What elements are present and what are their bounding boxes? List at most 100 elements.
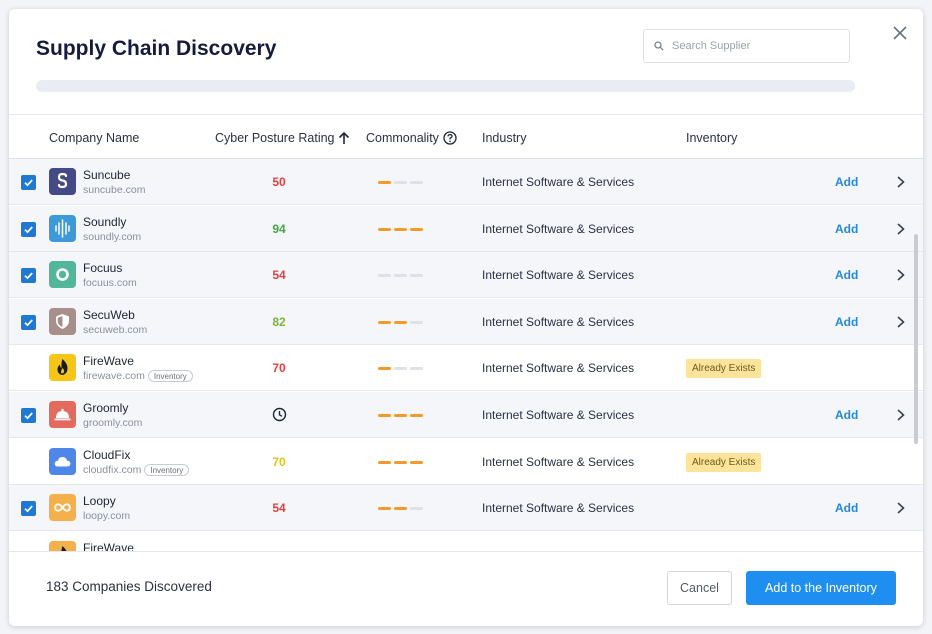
- company-name[interactable]: FireWave: [83, 541, 134, 551]
- commonality-dash: [394, 460, 407, 464]
- row-checkbox[interactable]: [21, 408, 36, 423]
- table-row[interactable]: Loopy loopy.com 54 Internet Software & Serv…: [9, 485, 923, 532]
- add-link[interactable]: Add: [835, 175, 858, 189]
- search-icon: [654, 41, 664, 51]
- company-name[interactable]: FireWave: [83, 354, 134, 368]
- commonality-dash: [410, 414, 423, 417]
- cyber-posture-rating: 94: [272, 221, 286, 236]
- company-name[interactable]: SecuWeb: [83, 308, 135, 322]
- already-exists-badge: Already Exists: [686, 452, 762, 472]
- commonality-dash: [410, 367, 423, 371]
- add-link[interactable]: Add: [835, 501, 858, 515]
- ring-icon: [56, 268, 69, 281]
- inventory-tag: Inventory: [144, 463, 190, 476]
- commonality-dash: [378, 367, 391, 371]
- cyber-posture-rating: 54: [272, 268, 286, 283]
- company-domain-text: focuus.com: [83, 277, 137, 290]
- add-link[interactable]: Add: [835, 408, 858, 422]
- cancel-button[interactable]: Cancel: [667, 571, 732, 605]
- company-domain-text: loopy.com: [83, 510, 131, 523]
- industry: Internet Software & Services: [482, 408, 635, 422]
- company-domain: groomly.com: [83, 417, 142, 429]
- chevron-right-icon[interactable]: [895, 315, 907, 329]
- company-logo: [49, 494, 76, 522]
- commonality-dash: [410, 460, 423, 464]
- supply-chain-dialog: Supply Chain Discovery Company Name Cybe…: [9, 9, 923, 626]
- commonality-dash: [394, 507, 407, 511]
- flame-icon: [57, 359, 68, 376]
- column-company-name[interactable]: Company Name: [49, 131, 139, 145]
- table-row[interactable]: FireWave firewave.com Inventory 70 Internet …: [9, 345, 923, 392]
- commonality-dash: [378, 460, 391, 464]
- table-row[interactable]: Suncube suncube.com 50 Internet Software & …: [9, 159, 923, 205]
- discovery-progress-bar: [36, 80, 855, 92]
- commonality-dash: [394, 320, 407, 324]
- column-cyber-posture-rating[interactable]: Cyber Posture Rating: [215, 131, 350, 145]
- add-link[interactable]: Add: [835, 222, 858, 236]
- table-row[interactable]: FireWave: [9, 532, 923, 551]
- commonality-dash: [378, 320, 391, 324]
- commonality-dash: [378, 414, 391, 417]
- search-input[interactable]: [672, 40, 832, 52]
- company-domain-text: secuweb.com: [83, 323, 148, 336]
- commonality-dash: [394, 181, 407, 184]
- chevron-right-icon[interactable]: [895, 408, 907, 422]
- search-box[interactable]: [643, 29, 850, 63]
- company-name[interactable]: Soundly: [83, 215, 126, 229]
- commonality-dash: [410, 320, 423, 324]
- row-checkbox[interactable]: [21, 314, 36, 330]
- company-name[interactable]: Loopy: [83, 494, 116, 508]
- add-to-inventory-button[interactable]: Add to the Inventory: [746, 571, 896, 605]
- table-row[interactable]: Focuus focuus.com 54 Internet Software & Se…: [9, 252, 923, 299]
- checkmark-icon: [24, 319, 33, 327]
- commonality-indicator: [378, 460, 423, 464]
- company-name[interactable]: Suncube: [83, 168, 130, 182]
- column-inventory[interactable]: Inventory: [686, 131, 737, 145]
- industry: Internet Software & Services: [482, 454, 635, 469]
- scrollbar[interactable]: [914, 234, 918, 444]
- row-checkbox[interactable]: [21, 221, 36, 237]
- company-logo: [49, 261, 76, 289]
- company-logo: [49, 447, 76, 475]
- commonality-indicator: [378, 320, 423, 324]
- column-commonality[interactable]: Commonality: [366, 131, 457, 145]
- divider: [9, 551, 923, 552]
- row-checkbox[interactable]: [21, 175, 36, 190]
- table-row[interactable]: SecuWeb secuweb.com 82 Internet Software & …: [9, 298, 923, 345]
- chevron-right-icon[interactable]: [895, 175, 907, 189]
- checkmark-icon: [24, 179, 33, 187]
- company-name[interactable]: CloudFix: [83, 448, 130, 462]
- commonality-dash: [394, 227, 407, 231]
- sort-arrow-up-icon: [338, 131, 349, 144]
- column-industry[interactable]: Industry: [482, 131, 526, 145]
- cyber-posture-rating: 82: [272, 314, 286, 329]
- table-row[interactable]: Soundly soundly.com 94 Internet Software & …: [9, 205, 923, 252]
- close-icon[interactable]: [891, 24, 909, 42]
- cloud-icon: [54, 456, 71, 467]
- dialog-title: Supply Chain Discovery: [36, 37, 277, 60]
- checkmark-icon: [24, 226, 33, 234]
- company-name[interactable]: Focuus: [83, 261, 122, 275]
- row-checkbox[interactable]: [21, 501, 36, 517]
- company-domain: soundly.com: [83, 231, 141, 243]
- company-logo: [49, 168, 76, 195]
- company-domain: secuweb.com: [83, 324, 147, 336]
- help-icon[interactable]: [443, 131, 457, 145]
- inventory-tag: Inventory: [147, 370, 193, 383]
- chevron-right-icon[interactable]: [895, 268, 907, 282]
- commonality-indicator: [378, 274, 423, 278]
- chevron-right-icon[interactable]: [895, 222, 907, 236]
- company-logo: [49, 214, 76, 242]
- commonality-dash: [394, 274, 407, 278]
- table-row[interactable]: Groomly groomly.com Internet Software & Se…: [9, 392, 923, 438]
- company-logo: [49, 540, 76, 551]
- row-checkbox[interactable]: [21, 268, 36, 284]
- company-name[interactable]: Groomly: [83, 401, 128, 415]
- add-link[interactable]: Add: [835, 315, 858, 329]
- companies-discovered-count: 183 Companies Discovered: [46, 579, 212, 594]
- commonality-indicator: [378, 227, 423, 231]
- table-row[interactable]: CloudFix cloudfix.com Inventory 70 Internet …: [9, 439, 923, 485]
- company-domain: firewave.com Inventory: [83, 370, 193, 383]
- chevron-right-icon[interactable]: [895, 501, 907, 515]
- add-link[interactable]: Add: [835, 268, 858, 282]
